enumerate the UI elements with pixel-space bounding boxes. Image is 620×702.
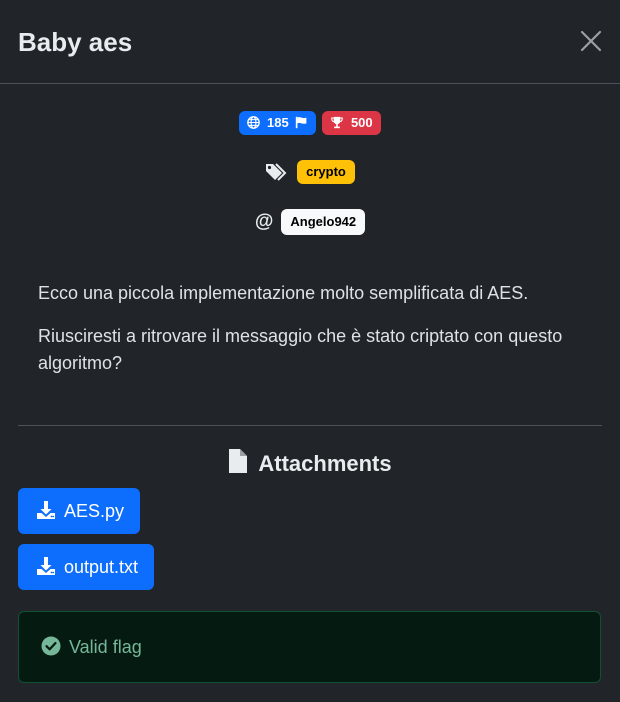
modal-title: Baby aes (18, 27, 133, 57)
challenge-modal: Baby aes 185 500 crypto @ Angelo942 Ecco… (0, 0, 620, 702)
description-paragraph: Ecco una piccola implementazione molto s… (38, 283, 529, 303)
author-badge: Angelo942 (281, 209, 366, 235)
at-icon: @ (254, 211, 274, 232)
tags-row: crypto (0, 160, 620, 184)
modal-header: Baby aes (0, 0, 620, 84)
points-value: 500 (350, 115, 373, 130)
stats-row: 185 500 (0, 111, 620, 135)
download-icon (37, 557, 55, 575)
tags-icon (265, 162, 289, 182)
download-label: AES.py (64, 501, 125, 521)
attachments-heading: Attachments (0, 448, 620, 479)
download-output-txt-button[interactable]: output.txt (18, 544, 155, 590)
globe-icon (247, 116, 261, 129)
check-circle-icon (41, 636, 61, 656)
file-icon (229, 449, 248, 473)
tag-badge[interactable]: crypto (297, 160, 355, 184)
trophy-icon (331, 116, 344, 129)
close-icon (580, 30, 602, 52)
download-label: output.txt (64, 557, 139, 577)
close-button[interactable] (578, 28, 604, 54)
download-aes-py-button[interactable]: AES.py (18, 488, 141, 534)
flag-icon (296, 116, 307, 129)
points-badge: 500 (322, 111, 381, 135)
status-message: Valid flag (69, 637, 142, 657)
author-row: @ Angelo942 (0, 209, 620, 235)
valid-flag-alert: Valid flag (18, 611, 601, 683)
solves-badge: 185 (239, 111, 317, 135)
download-icon (37, 501, 55, 519)
description-paragraph: Riusciresti a ritrovare il messaggio che… (38, 326, 563, 373)
solves-count: 185 (266, 115, 289, 130)
divider (18, 425, 602, 426)
attachments-heading-text: Attachments (258, 451, 392, 476)
challenge-description: Ecco una piccola implementazione molto s… (38, 280, 588, 393)
